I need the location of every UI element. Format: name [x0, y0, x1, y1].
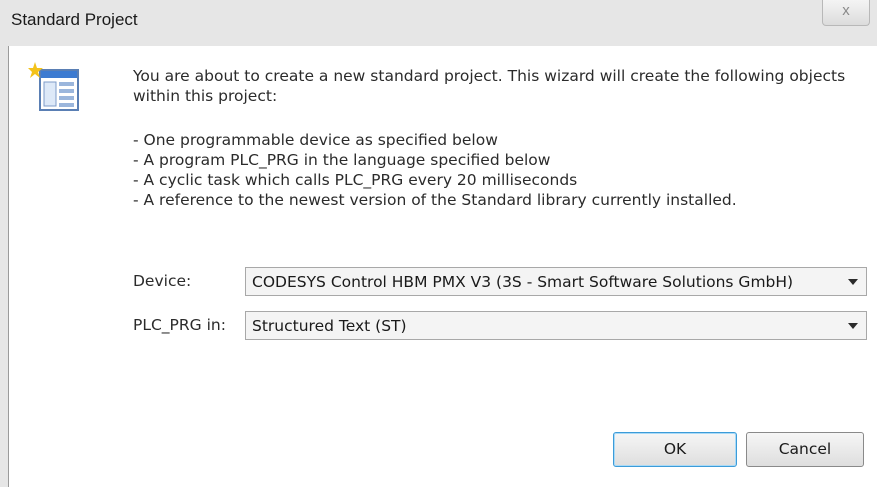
new-project-wizard-icon	[28, 62, 79, 111]
title-bar[interactable]: Standard Project x	[0, 0, 877, 46]
list-item: - A program PLC_PRG in the language spec…	[133, 151, 551, 169]
objects-list: - One programmable device as specified b…	[133, 130, 853, 210]
list-item: - A reference to the newest version of t…	[133, 191, 737, 209]
plc-prg-language-label: PLC_PRG in:	[133, 316, 226, 334]
chevron-down-icon[interactable]	[848, 323, 858, 329]
close-icon: x	[842, 2, 850, 19]
window-title: Standard Project	[11, 10, 138, 29]
cancel-button[interactable]: Cancel	[746, 432, 864, 467]
window-frame-edge	[8, 46, 9, 487]
plc-prg-language-select[interactable]: Structured Text (ST)	[245, 311, 867, 340]
intro-text: You are about to create a new standard p…	[133, 67, 846, 105]
device-select[interactable]: CODESYS Control HBM PMX V3 (3S - Smart S…	[245, 267, 867, 296]
list-item: - A cyclic task which calls PLC_PRG ever…	[133, 171, 578, 189]
standard-project-dialog: Standard Project x You are about to crea…	[0, 0, 877, 487]
close-button[interactable]: x	[822, 0, 870, 26]
device-select-value: CODESYS Control HBM PMX V3 (3S - Smart S…	[252, 273, 794, 291]
device-label: Device:	[133, 272, 192, 290]
list-item: - One programmable device as specified b…	[133, 131, 498, 149]
ok-button[interactable]: OK	[613, 432, 737, 467]
chevron-down-icon[interactable]	[848, 279, 858, 285]
language-select-value: Structured Text (ST)	[252, 317, 407, 335]
